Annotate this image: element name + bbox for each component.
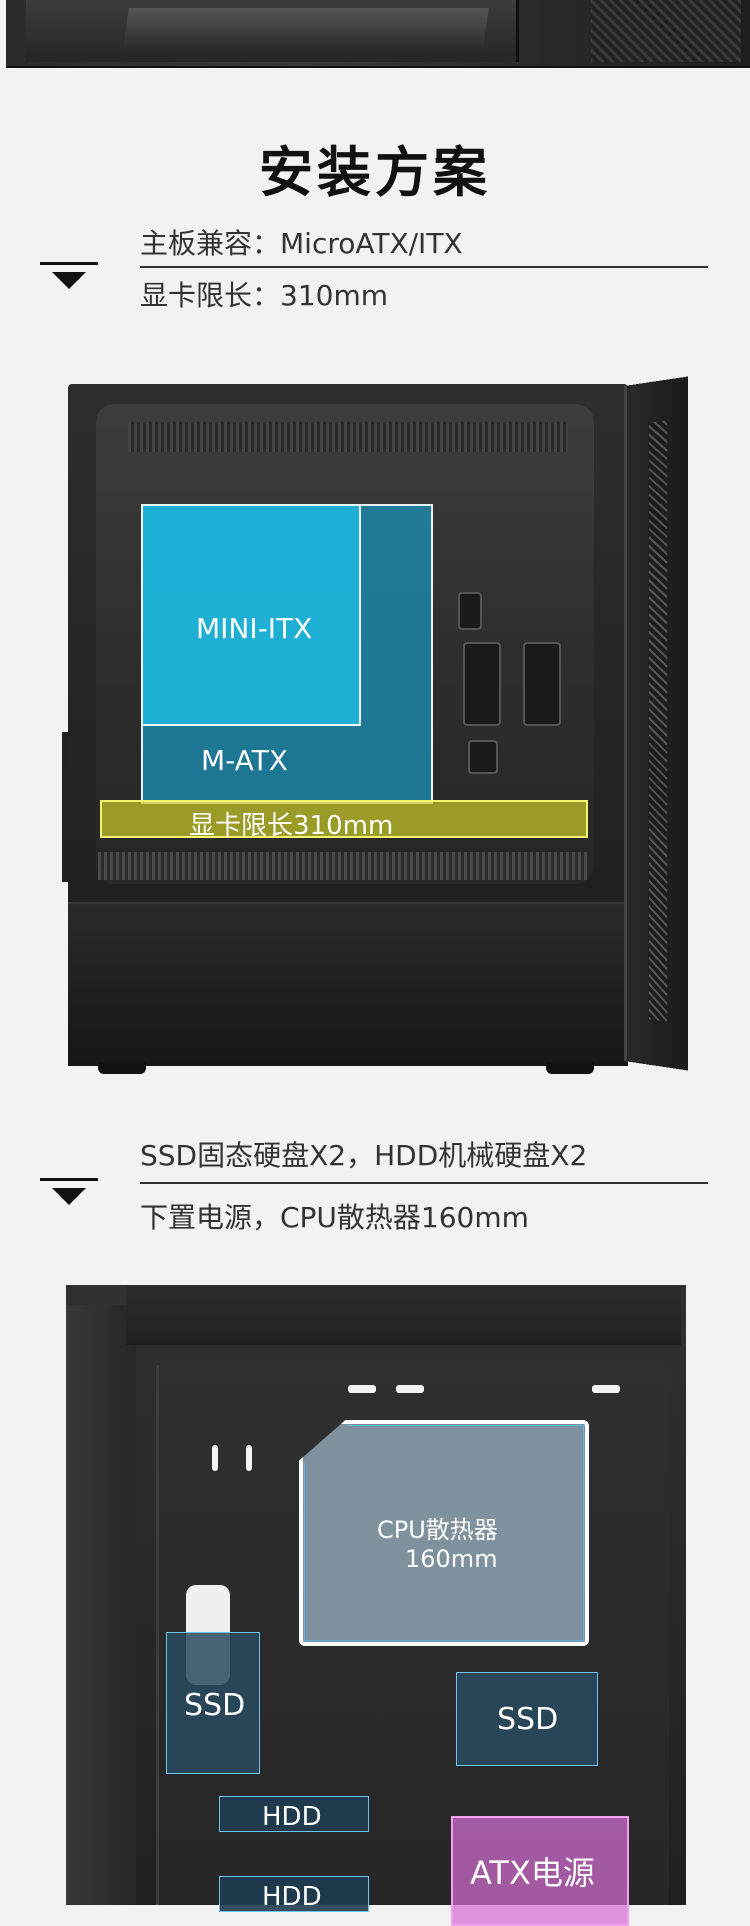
- bottom-vent: [98, 852, 588, 880]
- cpu-cooler-label: CPU散热器: [377, 1516, 498, 1544]
- front-mesh: [591, 0, 741, 62]
- front-mesh: [648, 420, 668, 1022]
- psu-label: ATX电源: [470, 1854, 595, 1892]
- triangle-down-icon: [52, 1188, 86, 1205]
- cable-hole: [523, 642, 561, 726]
- previous-product-photo-strip: [0, 0, 750, 68]
- ssd-left-label: SSD: [184, 1688, 246, 1723]
- ssd-right-label: SSD: [497, 1702, 559, 1737]
- tray-slot: [592, 1385, 620, 1393]
- case-foot: [546, 1062, 594, 1074]
- tray-slot: [396, 1385, 424, 1393]
- mini-itx-label: MINI-ITX: [196, 612, 313, 645]
- triangle-down-icon: [52, 272, 86, 289]
- hdd1-label: HDD: [262, 1802, 322, 1832]
- cable-hole: [463, 642, 501, 726]
- case-top-photo: [6, 0, 750, 68]
- matx-label: M-ATX: [201, 744, 288, 777]
- spec1-rule: [140, 266, 708, 268]
- case-left-edge: [62, 732, 70, 882]
- case-top: [126, 1285, 681, 1345]
- front-panel: [624, 376, 688, 1071]
- spec2-rule: [140, 1182, 708, 1184]
- case-foot: [98, 1062, 146, 1074]
- spec2-marker-bar: [40, 1178, 98, 1181]
- spec2-line1: SSD固态硬盘X2，HDD机械硬盘X2: [140, 1139, 588, 1172]
- gpu-length-label: 显卡限长310mm: [189, 811, 394, 841]
- spec2-line2: 下置电源，CPU散热器160mm: [140, 1201, 529, 1234]
- case-side: [66, 1305, 136, 1905]
- hdd2-label: HDD: [262, 1882, 322, 1912]
- cable-hole: [458, 592, 482, 630]
- tray-slot: [348, 1385, 376, 1393]
- cable-hole: [468, 740, 498, 774]
- top-vent: [128, 422, 568, 452]
- psu-shroud: [68, 902, 628, 1066]
- tray-slot: [212, 1445, 218, 1471]
- section-title: 安装方案: [259, 141, 491, 204]
- spec1-line1: 主板兼容：MicroATX/ITX: [140, 227, 463, 260]
- tray-slot: [246, 1445, 252, 1471]
- cpu-cooler-size-label: 160mm: [405, 1545, 498, 1573]
- spec1-marker-bar: [40, 262, 98, 265]
- gpu-photo: [123, 8, 489, 48]
- spec1-line2: 显卡限长：310mm: [140, 279, 388, 312]
